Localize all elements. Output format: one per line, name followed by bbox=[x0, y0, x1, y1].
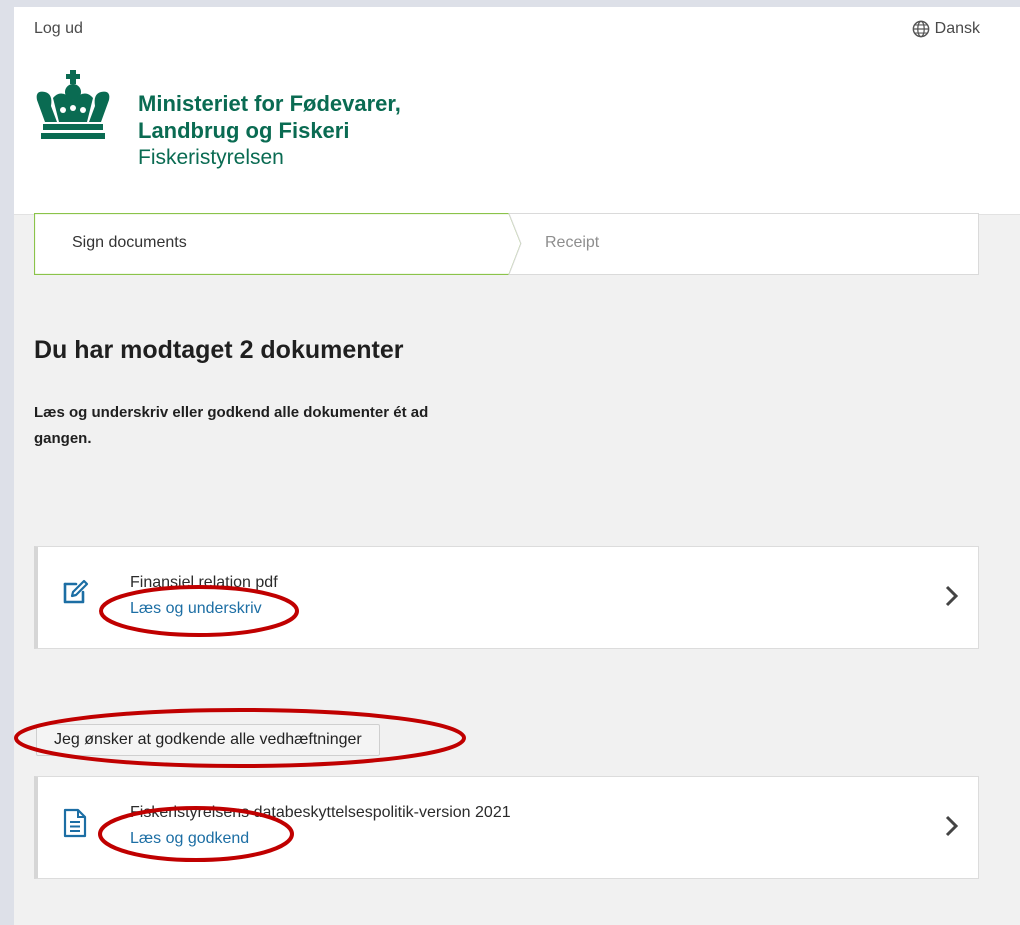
document-name: Finansiel relation pdf bbox=[130, 574, 278, 591]
read-and-sign-link[interactable]: Læs og underskriv bbox=[130, 600, 262, 618]
language-label: Dansk bbox=[934, 20, 980, 37]
logout-link[interactable]: Log ud bbox=[34, 20, 83, 38]
document-card-privacy-policy[interactable]: Fiskeristyrelsens databeskyttelsespoliti… bbox=[34, 776, 979, 879]
step-receipt: Receipt bbox=[545, 234, 600, 251]
ministry-name-line1: Ministeriet for Fødevarer, bbox=[138, 91, 401, 116]
progress-steps: Sign documents Receipt bbox=[34, 213, 979, 275]
step-sign-documents: Sign documents bbox=[72, 234, 187, 251]
crown-logo bbox=[36, 70, 110, 139]
edit-document-icon bbox=[63, 579, 89, 604]
chevron-right-icon bbox=[945, 585, 959, 607]
document-card-financial[interactable]: Finansiel relation pdf Læs og underskriv bbox=[34, 546, 979, 649]
header: Log ud Dansk Ministeriet for Fødevarer, … bbox=[14, 7, 1020, 215]
document-name: Fiskeristyrelsens databeskyttelsespoliti… bbox=[130, 804, 511, 821]
agency-name: Fiskeristyrelsen bbox=[138, 146, 284, 169]
globe-icon bbox=[912, 20, 930, 38]
ministry-name-line2: Landbrug og Fiskeri bbox=[138, 118, 350, 143]
read-and-approve-link[interactable]: Læs og godkend bbox=[130, 830, 249, 848]
language-selector[interactable]: Dansk bbox=[912, 20, 980, 38]
intro-text: Læs og underskriv eller godkend alle dok… bbox=[34, 404, 429, 447]
ministry-name: Ministeriet for Fødevarer, Landbrug og F… bbox=[138, 90, 401, 144]
chevron-right-icon bbox=[945, 815, 959, 837]
page-title: Du har modtaget 2 dokumenter bbox=[34, 336, 404, 364]
page: Log ud Dansk Ministeriet for Fødevarer, … bbox=[14, 7, 1020, 925]
document-icon bbox=[63, 808, 87, 838]
approve-all-button[interactable]: Jeg ønsker at godkende alle vedhæftninge… bbox=[36, 724, 380, 756]
